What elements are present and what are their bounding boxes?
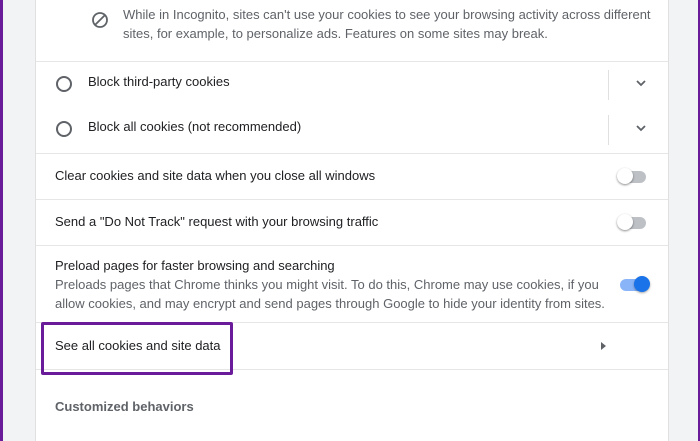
radio-block-third-party[interactable]: Block third-party cookies xyxy=(36,62,668,107)
radio-block-all[interactable]: Block all cookies (not recommended) xyxy=(36,107,668,152)
annotation-highlight-box xyxy=(41,322,233,375)
radio-label: Block all cookies (not recommended) xyxy=(88,119,302,134)
preload-toggle[interactable] xyxy=(620,276,650,292)
radio-button[interactable] xyxy=(56,121,72,137)
clear-on-close-row[interactable]: Clear cookies and site data when you clo… xyxy=(36,154,668,199)
separator xyxy=(608,115,609,145)
toggle-knob xyxy=(634,276,650,292)
frame-border-left xyxy=(0,0,3,441)
customized-behaviors-heading: Customized behaviors xyxy=(55,399,194,414)
chevron-right-icon[interactable] xyxy=(601,342,606,350)
incognito-info-text: While in Incognito, sites can't use your… xyxy=(123,7,651,41)
chevron-down-icon[interactable] xyxy=(634,121,648,135)
do-not-track-label: Send a "Do Not Track" request with your … xyxy=(55,214,379,229)
toggle-knob xyxy=(617,214,633,230)
do-not-track-toggle[interactable] xyxy=(617,214,648,230)
do-not-track-row[interactable]: Send a "Do Not Track" request with your … xyxy=(36,200,668,245)
clear-on-close-toggle[interactable] xyxy=(617,168,648,184)
radio-label: Block third-party cookies xyxy=(88,74,230,89)
clear-on-close-label: Clear cookies and site data when you clo… xyxy=(55,168,376,183)
preload-label: Preload pages for faster browsing and se… xyxy=(55,258,335,273)
radio-button[interactable] xyxy=(56,76,72,92)
chevron-down-icon[interactable] xyxy=(634,76,648,90)
preload-description: Preloads pages that Chrome thinks you mi… xyxy=(55,277,605,311)
incognito-info-row: While in Incognito, sites can't use your… xyxy=(36,0,668,61)
toggle-knob xyxy=(617,168,633,184)
separator xyxy=(608,70,609,100)
preload-row[interactable]: Preload pages for faster browsing and se… xyxy=(36,246,668,322)
block-icon xyxy=(92,12,108,28)
